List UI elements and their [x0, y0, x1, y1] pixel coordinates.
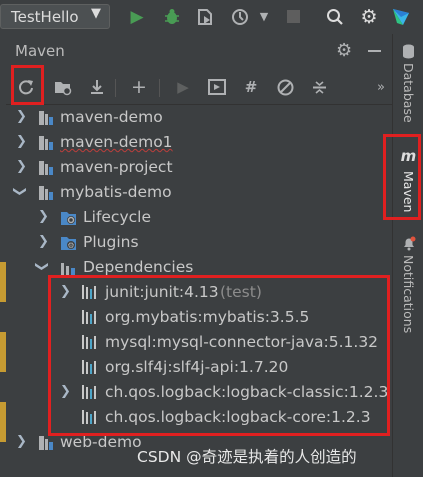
- tree-item-label: maven-project: [60, 158, 173, 176]
- more-actions-icon[interactable]: »: [372, 74, 390, 100]
- dependency-label: mysql:mysql-connector-java:5.1.32: [105, 333, 379, 351]
- tree-item-label: Plugins: [83, 233, 139, 251]
- expand-arrow-icon[interactable]: ❯: [16, 159, 27, 174]
- debug-icon[interactable]: [160, 4, 184, 29]
- library-icon: [82, 285, 98, 301]
- dependency-scope: (test): [220, 283, 262, 301]
- dependency-item[interactable]: ❯ junit:junit:4.13 (test): [6, 281, 392, 306]
- expand-arrow-icon[interactable]: ❯: [60, 384, 71, 399]
- tree-item-maven-demo[interactable]: ❯ maven-demo: [6, 106, 392, 131]
- dependency-item[interactable]: org.mybatis:mybatis:3.5.5: [6, 306, 392, 331]
- tab-notifications-label: Notifications: [401, 255, 416, 334]
- tab-database-label: Database: [401, 63, 416, 123]
- settings-icon[interactable]: ⚙: [357, 4, 381, 29]
- run-configuration-label: TestHello: [11, 8, 79, 26]
- database-icon: [403, 44, 414, 59]
- maven-toolbar: + ▶ # »: [6, 70, 392, 105]
- plus-icon[interactable]: +: [126, 74, 152, 100]
- skip-tests-icon[interactable]: [272, 74, 298, 100]
- maven-tool-window: Maven ⚙ + ▶ # » ❯ maven-demo ❯ maven-dem…: [6, 34, 392, 477]
- tab-notifications[interactable]: Notifications: [393, 236, 423, 333]
- expand-arrow-icon[interactable]: ❯: [38, 234, 49, 249]
- plugins-folder-icon: ⚙: [60, 235, 76, 251]
- library-icon: [82, 310, 98, 326]
- tree-item-label: web-demo: [60, 433, 142, 451]
- tree-item-label: maven-demo1: [60, 133, 173, 151]
- expand-arrow-icon[interactable]: ❯: [16, 134, 27, 149]
- library-icon: [82, 385, 98, 401]
- chevron-down-icon[interactable]: ▼: [252, 4, 276, 29]
- main-toolbar: TestHello ▼ ▶ ▼ ⚙: [0, 0, 423, 35]
- expand-arrow-icon[interactable]: ❯: [38, 209, 49, 224]
- gear-icon[interactable]: ⚙: [336, 40, 352, 61]
- tree-item-lifecycle[interactable]: ❯ Lifecycle: [6, 206, 392, 231]
- lifecycle-folder-icon: [60, 210, 76, 226]
- tab-maven[interactable]: m Maven: [393, 147, 423, 212]
- maven-module-icon: [38, 135, 54, 151]
- add-project-folder-icon[interactable]: [50, 74, 76, 100]
- toolbox-icon[interactable]: [389, 4, 413, 29]
- chevron-down-icon: ▼: [91, 6, 101, 21]
- panel-header: Maven ⚙: [6, 34, 392, 68]
- panel-title: Maven: [15, 42, 65, 60]
- dependency-label: ch.qos.logback:logback-core:1.2.3: [105, 408, 371, 426]
- expand-arrow-icon[interactable]: ❯: [60, 284, 71, 299]
- profile-icon[interactable]: [228, 4, 252, 29]
- svg-text:⚙: ⚙: [67, 241, 74, 250]
- dependency-label: org.slf4j:slf4j-api:1.7.20: [105, 358, 289, 376]
- execute-goal-icon[interactable]: [204, 74, 230, 100]
- library-icon: [82, 335, 98, 351]
- tree-item-maven-project[interactable]: ❯ maven-project: [6, 156, 392, 181]
- search-icon[interactable]: [323, 4, 347, 29]
- toolbar-separator: [159, 79, 160, 97]
- maven-module-icon: [38, 435, 54, 451]
- dependency-label: org.mybatis:mybatis:3.5.5: [105, 308, 310, 326]
- right-tool-window-bar: Database m Maven Notifications: [392, 34, 423, 477]
- bell-icon: [403, 236, 415, 251]
- dependency-item[interactable]: mysql:mysql-connector-java:5.1.32: [6, 331, 392, 356]
- coverage-icon[interactable]: [193, 4, 217, 29]
- run-icon[interactable]: ▶: [125, 4, 149, 29]
- maven-icon: m: [400, 147, 417, 165]
- library-icon: [82, 360, 98, 376]
- dependency-label: ch.qos.logback:logback-classic:1.2.3: [105, 383, 389, 401]
- download-icon[interactable]: [84, 74, 110, 100]
- tree-item-mybatis-demo[interactable]: ❯ mybatis-demo: [6, 181, 392, 206]
- dependencies-folder-icon: [60, 260, 76, 276]
- tree-item-plugins[interactable]: ❯ ⚙ Plugins: [6, 231, 392, 256]
- tab-maven-label: Maven: [401, 171, 416, 213]
- expand-arrow-icon[interactable]: ❯: [16, 434, 27, 449]
- tree-item-dependencies[interactable]: ❯ Dependencies: [6, 256, 392, 281]
- tree-item-label: Dependencies: [83, 258, 194, 276]
- expand-arrow-icon[interactable]: ❯: [16, 109, 27, 124]
- dependency-label: junit:junit:4.13: [105, 283, 219, 301]
- run-configuration-dropdown[interactable]: TestHello ▼: [0, 4, 110, 29]
- watermark-text: CSDN @奇迹是执着的人创造的: [137, 448, 357, 466]
- minimize-icon[interactable]: [368, 44, 381, 52]
- toolbar-separator: [115, 79, 116, 97]
- tab-database[interactable]: Database: [393, 44, 423, 123]
- collapse-all-icon[interactable]: [306, 74, 332, 100]
- tree-item-label: Lifecycle: [83, 208, 151, 226]
- tree-item-maven-demo1[interactable]: ❯ maven-demo1: [6, 131, 392, 156]
- toggle-offline-icon[interactable]: #: [238, 74, 264, 100]
- maven-module-icon: [38, 185, 54, 201]
- dependency-item[interactable]: ❯ ch.qos.logback:logback-classic:1.2.3: [6, 381, 392, 406]
- dependency-item[interactable]: org.slf4j:slf4j-api:1.7.20: [6, 356, 392, 381]
- reload-icon[interactable]: [13, 74, 39, 100]
- tree-item-label: mybatis-demo: [60, 183, 172, 201]
- maven-module-icon: [38, 110, 54, 126]
- stop-icon[interactable]: [281, 4, 305, 29]
- dependency-item[interactable]: ch.qos.logback:logback-core:1.2.3: [6, 406, 392, 431]
- run-icon[interactable]: ▶: [170, 74, 196, 100]
- maven-module-icon: [38, 160, 54, 176]
- tree-item-label: maven-demo: [60, 108, 163, 126]
- collapse-arrow-icon[interactable]: ❯: [12, 186, 27, 197]
- collapse-arrow-icon[interactable]: ❯: [34, 261, 49, 272]
- library-icon: [82, 410, 98, 426]
